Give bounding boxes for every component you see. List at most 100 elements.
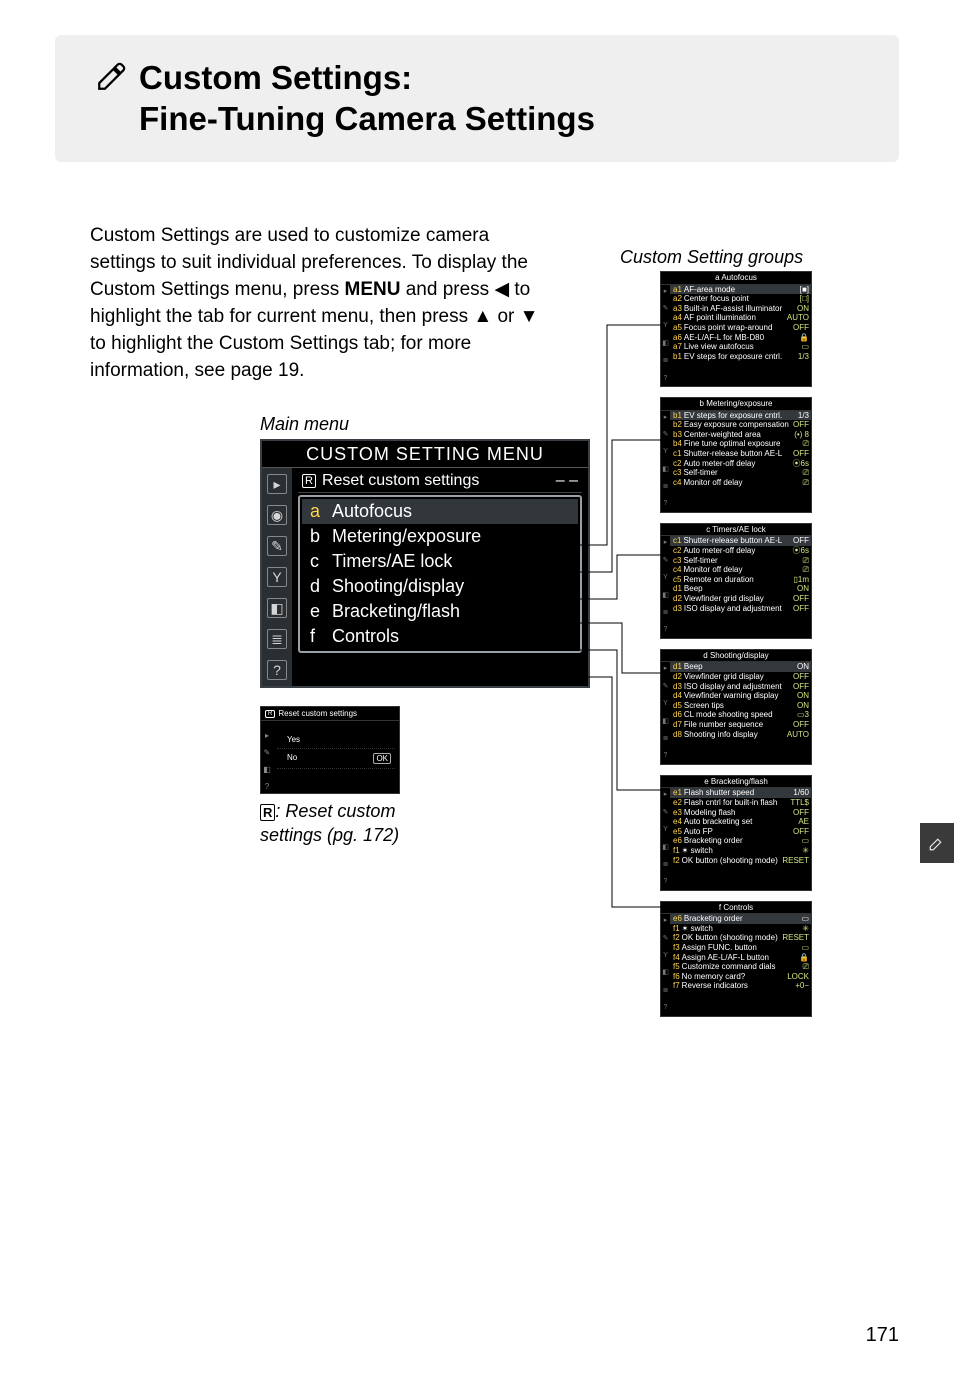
group-row: a1AF-area mode[■] (670, 285, 811, 295)
row-code: e4 (673, 817, 682, 826)
group-screenshot-3: d Shooting/display▸✎Y◧≣?d1BeepONd2Viewfi… (660, 649, 812, 765)
row-code: e6 (673, 914, 682, 923)
item-label: Shooting/display (332, 576, 464, 597)
tab-icon: Y (663, 574, 668, 582)
item-code: a (310, 501, 324, 522)
row-value: OFF (793, 672, 809, 682)
group-title: c Timers/AE lock (661, 524, 811, 537)
row-code: e2 (673, 798, 682, 807)
row-value: OFF (793, 808, 809, 818)
row-code: c2 (673, 459, 681, 468)
row-name: Self-timer (683, 468, 717, 477)
row-code: b1 (673, 352, 682, 361)
row-code: d6 (673, 710, 682, 719)
row-name: Built-in AF-assist illuminator (684, 304, 782, 313)
row-code: c3 (673, 468, 681, 477)
group-title: f Controls (661, 902, 811, 915)
row-value: ▭3 (797, 710, 809, 720)
group-row: a5Focus point wrap-aroundOFF (670, 323, 811, 333)
group-screenshot-1: b Metering/exposure▸✎Y◧≣?b1EV steps for … (660, 397, 812, 513)
group-row: c2Auto meter-off delay⦿6s (670, 459, 811, 469)
row-value: ⎚ (803, 556, 809, 566)
item-code: c (310, 551, 324, 572)
group-row: f2OK button (shooting mode)RESET (670, 856, 811, 866)
group-row: a7Live view autofocus▭ (670, 342, 811, 352)
main-menu-title: CUSTOM SETTING MENU (262, 441, 588, 468)
row-code: d1 (673, 662, 682, 671)
group-row: d2Viewfinder grid displayOFF (670, 672, 811, 682)
reset-value: – – (556, 472, 578, 490)
row-code: c1 (673, 449, 681, 458)
row-name: Auto meter-off delay (683, 546, 755, 555)
row-name: Beep (684, 584, 703, 593)
row-value: AUTO (787, 313, 809, 323)
main-menu-caption: Main menu (260, 414, 954, 435)
reset-dialog-title: Reset custom settings (278, 709, 357, 718)
row-value: ON (797, 701, 809, 711)
row-code: c3 (673, 556, 681, 565)
group-row: e2Flash cntrl for built-in flashTTL$ (670, 798, 811, 808)
row-name: AE-L/AF-L for MB-D80 (684, 333, 764, 342)
row-name: Auto meter-off delay (683, 459, 755, 468)
row-value: OFF (793, 720, 809, 730)
row-code: f2 (673, 856, 680, 865)
row-value: OFF (793, 536, 809, 546)
row-code: d7 (673, 720, 682, 729)
recent-tab-icon: ≣ (267, 629, 287, 649)
tab-icon: ? (664, 375, 668, 383)
row-code: c4 (673, 478, 681, 487)
connector-lines (577, 305, 672, 975)
row-value: [□] (800, 294, 809, 304)
page-title: Custom Settings: Fine-Tuning Camera Sett… (95, 57, 869, 140)
row-code: f2 (673, 933, 680, 942)
tab-icon: ▸ (664, 917, 668, 925)
row-code: a7 (673, 342, 682, 351)
item-code: e (310, 601, 324, 622)
reset-label: Reset custom settings (322, 472, 479, 490)
group-tab-sidebar: ▸✎Y◧≣? (661, 536, 670, 637)
group-row: b2Easy exposure compensationOFF (670, 420, 811, 430)
row-code: f5 (673, 962, 680, 971)
reset-badge-icon: R (302, 474, 316, 488)
row-value: OFF (793, 323, 809, 333)
row-value: ON (797, 304, 809, 314)
row-code: a3 (673, 304, 682, 313)
row-code: d2 (673, 594, 682, 603)
tab-icon: ✎ (663, 557, 669, 565)
group-tab-sidebar: ▸✎Y◧≣? (661, 285, 670, 386)
row-value: +0− (795, 981, 809, 991)
row-name: EV steps for exposure cntrl. (684, 411, 782, 420)
row-code: f1 (673, 924, 680, 933)
row-code: f4 (673, 953, 680, 962)
group-row: d8Shooting info displayAUTO (670, 730, 811, 740)
row-name: ✶ switch (682, 924, 713, 933)
page-header: Custom Settings: Fine-Tuning Camera Sett… (55, 35, 899, 162)
reset-caption-text: : Reset custom settings (pg. 172) (260, 801, 399, 844)
row-value: ▭ (801, 836, 809, 846)
intro-text: and press (400, 279, 494, 300)
row-value: AUTO (787, 730, 809, 740)
group-row: f6No memory card?LOCK (670, 972, 811, 982)
row-code: f6 (673, 972, 680, 981)
row-name: Assign FUNC. button (682, 943, 757, 952)
row-name: Viewfinder grid display (684, 672, 764, 681)
row-code: d8 (673, 730, 682, 739)
group-row: c1Shutter-release button AE-LOFF (670, 536, 811, 546)
row-name: Center focus point (684, 294, 749, 303)
tab-icon: ≣ (663, 357, 669, 365)
group-row: a4AF point illuminationAUTO (670, 313, 811, 323)
row-name: Bracketing order (684, 836, 743, 845)
row-value: RESET (782, 933, 809, 943)
setup-tab-icon: Y (267, 567, 287, 587)
group-screenshot-2: c Timers/AE lock▸✎Y◧≣?c1Shutter-release … (660, 523, 812, 639)
item-label: Controls (332, 626, 399, 647)
row-code: a4 (673, 313, 682, 322)
row-value: ▭ (801, 943, 809, 953)
item-code: f (310, 626, 324, 647)
group-row: e3Modeling flashOFF (670, 808, 811, 818)
reset-option-yes: Yes (277, 731, 395, 749)
intro-text: or (492, 306, 519, 327)
group-tab-sidebar: ▸✎Y◧≣? (661, 662, 670, 763)
tab-icon: ◧ (662, 969, 669, 977)
shoot-tab-icon: ◉ (267, 505, 287, 525)
